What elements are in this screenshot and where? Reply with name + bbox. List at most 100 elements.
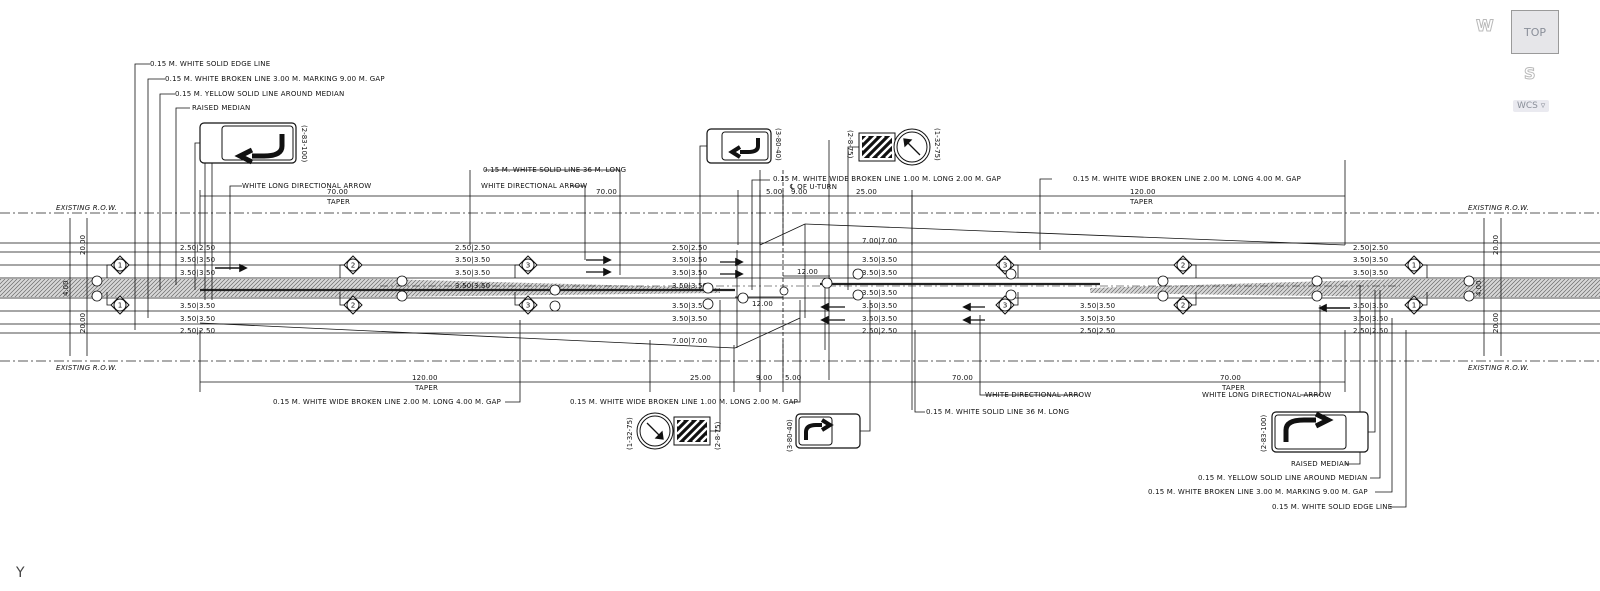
section-marker-label: 3 [1003,301,1008,310]
lane-width: 3.50|3.50 [1353,269,1388,277]
lane-width: 2.50|2.50 [1353,244,1388,252]
sign-code: (3-80-40) [774,128,782,161]
top-note-solid-line-36m: 0.15 M. WHITE SOLID LINE 36 M. LONG [483,166,626,174]
top-dimension-chain [199,160,1346,245]
lane-width: 3.50|3.50 [1353,302,1388,310]
top-note-wide-broken-1-2: 0.15 M. WHITE WIDE BROKEN LINE 1.00 M. L… [773,175,1001,183]
right-callout-edge-line: 0.15 M. WHITE SOLID EDGE LINE [1272,503,1392,511]
lane-width: 3.50|3.50 [180,256,215,264]
sign-uturn-top-center: (3-80-40) [706,128,782,164]
lane-width: 3.50|3.50 [672,256,707,264]
chevron-down-icon: ▿ [1540,101,1546,111]
section-marker-label: 1 [118,261,123,270]
lane-width: 3.50|3.50 [672,269,707,277]
left-callout-edge-line: 0.15 M. WHITE SOLID EDGE LINE [150,60,270,68]
top-dim-1-sub: TAPER [326,198,350,206]
top-dim-5-value: 25.00 [856,188,877,196]
row-half-width-top-right: 20.00 [1492,235,1500,255]
section-marker: 3 [514,255,538,278]
viewcube-face-label: TOP [1523,25,1546,39]
sign-code: (1-32-75) [933,128,941,161]
median-width-right: 4.00 [1475,280,1483,296]
top-note-wide-broken-2-4: 0.15 M. WHITE WIDE BROKEN LINE 2.00 M. L… [1073,175,1301,183]
viewcube-south-label[interactable]: S [1524,64,1536,84]
bottom-dim-4-value: 5.00 [785,374,801,382]
lane-width: 3.50|3.50 [180,269,215,277]
bottom-dim-1-sub: TAPER [414,384,438,392]
lane-width: 3.50|3.50 [455,269,490,277]
bottom-note-wide-broken-2-4: 0.15 M. WHITE WIDE BROKEN LINE 2.00 M. L… [273,398,501,406]
section-marker-label: 2 [1181,261,1186,270]
top-dim-6-sub: TAPER [1129,198,1153,206]
lane-width: 3.50|3.50 [1353,315,1388,323]
bottom-note-directional-arrow: WHITE DIRECTIONAL ARROW [985,391,1091,399]
sign-code: (3-80-40) [786,419,794,452]
bottom-annotation-leaders [505,300,1321,413]
section-marker: 2 [339,255,363,278]
sign-keep-right-top: (1-32-75) [893,128,941,166]
row-half-width-bottom-left: 20.00 [79,313,87,333]
section-marker-label: 1 [1412,301,1417,310]
lane-width: 2.50|2.50 [180,244,215,252]
lane-width: 2.50|2.50 [1353,327,1388,335]
top-dim-2-value: 70.00 [596,188,617,196]
sign-code: (1-32-75) [626,417,634,450]
lane-width: 3.50|3.50 [862,289,897,297]
lane-width: 2.50|2.50 [180,327,215,335]
uturn-offset-bottom: 12.00 [752,300,773,308]
uturn-offset-top: 12.00 [797,268,818,276]
lane-width: 2.50|2.50 [455,244,490,252]
row-half-width-bottom-right: 20.00 [1492,313,1500,333]
lane-width: 3.50|3.50 [672,282,707,290]
section-marker-label: 2 [351,261,356,270]
sign-code: (2-83-100) [300,125,308,163]
right-callout-yellow-line: 0.15 M. YELLOW SOLID LINE AROUND MEDIAN [1198,474,1367,482]
sign-code: (2-83-100) [1260,414,1268,452]
right-callout-broken-line: 0.15 M. WHITE BROKEN LINE 3.00 M. MARKIN… [1148,488,1368,496]
section-marker-label: 1 [118,301,123,310]
section-marker-label: 3 [526,261,531,270]
sign-hazard-marker-top: (2-8-75) [846,130,896,162]
section-marker-label: 2 [351,301,356,310]
bottom-note-long-directional-arrow: WHITE LONG DIRECTIONAL ARROW [1202,391,1331,399]
bottom-note-wide-broken-1-2: 0.15 M. WHITE WIDE BROKEN LINE 1.00 M. L… [570,398,798,406]
bottom-dim-6-value: 70.00 [1220,374,1241,382]
section-marker: 2 [1173,255,1197,278]
bottom-dim-1-value: 120.00 [412,374,438,382]
lane-width: 3.50|3.50 [180,315,215,323]
section-marker-label: 3 [1003,261,1008,270]
wcs-label: WCS [1517,101,1538,111]
top-note-directional-arrow: WHITE DIRECTIONAL ARROW [481,182,587,190]
lane-width: 7.00|7.00 [862,237,897,245]
bottom-note-solid-line-36m: 0.15 M. WHITE SOLID LINE 36 M. LONG [926,408,1069,416]
section-marker-label: 3 [526,301,531,310]
cad-drawing-canvas[interactable]: EXISTING R.O.W. EXISTING R.O.W. EXISTING… [0,0,1600,591]
sign-code: (2-8-75) [846,130,854,159]
sign-uturn-ahead-bottom-right: (2-83-100) [1260,411,1369,453]
row-label-bottom-left: EXISTING R.O.W. [56,364,117,372]
ucs-y-axis-icon: Y [16,565,25,581]
left-callout-broken-line: 0.15 M. WHITE BROKEN LINE 3.00 M. MARKIN… [165,75,385,83]
median-width-left: 4.00 [62,280,70,296]
sign-hazard-marker-bottom: (2-8-75) [673,416,722,450]
row-half-width-top-left: 20.00 [79,235,87,255]
left-callout-raised-median: RAISED MEDIAN [192,104,250,112]
lane-width: 3.50|3.50 [862,256,897,264]
lane-width: 2.50|2.50 [862,327,897,335]
section-marker: 1 [106,255,130,278]
lane-width: 3.50|3.50 [862,302,897,310]
viewcube-top-face[interactable]: TOP [1511,10,1559,54]
section-marker-label: 1 [1412,261,1417,270]
viewcube-west-label[interactable]: W [1476,16,1495,36]
left-callout-yellow-line: 0.15 M. YELLOW SOLID LINE AROUND MEDIAN [175,90,344,98]
lane-width: 3.50|3.50 [672,302,707,310]
lane-width-column-5: 3.50|3.50 3.50|3.50 2.50|2.50 [1080,302,1115,335]
lane-width: 7.00|7.00 [672,337,707,345]
lane-width-column-2: 2.50|2.50 3.50|3.50 3.50|3.50 3.50|3.50 [455,244,490,290]
top-dim-3-value: 5.00 [766,188,782,196]
sign-keep-right-bottom: (1-32-75) [626,412,674,450]
row-label-bottom-right: EXISTING R.O.W. [1468,364,1529,372]
bottom-dim-5-value: 70.00 [952,374,973,382]
wcs-dropdown[interactable]: WCS ▿ [1513,100,1550,112]
lane-width: 3.50|3.50 [862,315,897,323]
